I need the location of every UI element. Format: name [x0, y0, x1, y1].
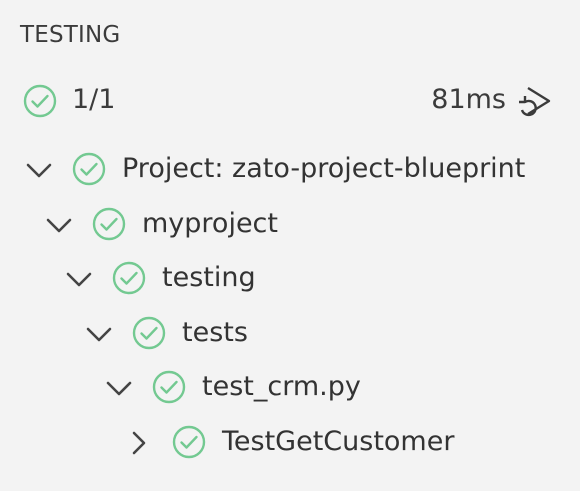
- pass-circle-icon: [132, 316, 166, 350]
- pass-circle-icon: [72, 152, 106, 186]
- chevron-down-icon[interactable]: [46, 212, 74, 240]
- tree-item-label: TestGetCustomer: [222, 425, 455, 457]
- chevron-down-icon[interactable]: [26, 157, 54, 185]
- tree-item-label: testing: [162, 262, 256, 293]
- tree-item-label: test_crm.py: [202, 371, 361, 402]
- pass-circle-icon: [172, 425, 206, 459]
- chevron-down-icon[interactable]: [86, 321, 114, 349]
- pass-circle-icon: [92, 207, 126, 241]
- tree-item[interactable]: myproject: [46, 200, 580, 250]
- panel-title: TESTING: [20, 22, 121, 48]
- chevron-right-icon[interactable]: [126, 430, 154, 458]
- tree-item-label: myproject: [142, 207, 278, 239]
- test-summary: 1/1 81ms: [20, 80, 560, 120]
- tree-item[interactable]: tests: [86, 309, 580, 359]
- tree-item[interactable]: TestGetCustomer: [126, 418, 580, 468]
- chevron-down-icon[interactable]: [106, 375, 134, 403]
- pass-circle-icon: [23, 84, 57, 118]
- tree-item[interactable]: test_crm.py: [106, 363, 580, 413]
- testing-panel: TESTING 1/1 81ms Project: zato-project-b…: [0, 0, 580, 491]
- tree-item-label: Project: zato-project-blueprint: [122, 153, 526, 184]
- tree-item[interactable]: Project: zato-project-blueprint: [26, 145, 580, 195]
- tree-item-label: tests: [182, 316, 248, 348]
- chevron-down-icon[interactable]: [66, 266, 94, 294]
- tree-item[interactable]: testing: [66, 254, 580, 304]
- test-result-count: 1/1: [72, 84, 116, 115]
- test-duration: 81ms: [431, 84, 506, 115]
- pass-circle-icon: [112, 261, 146, 295]
- pass-circle-icon: [152, 370, 186, 404]
- rerun-icon[interactable]: [516, 83, 554, 119]
